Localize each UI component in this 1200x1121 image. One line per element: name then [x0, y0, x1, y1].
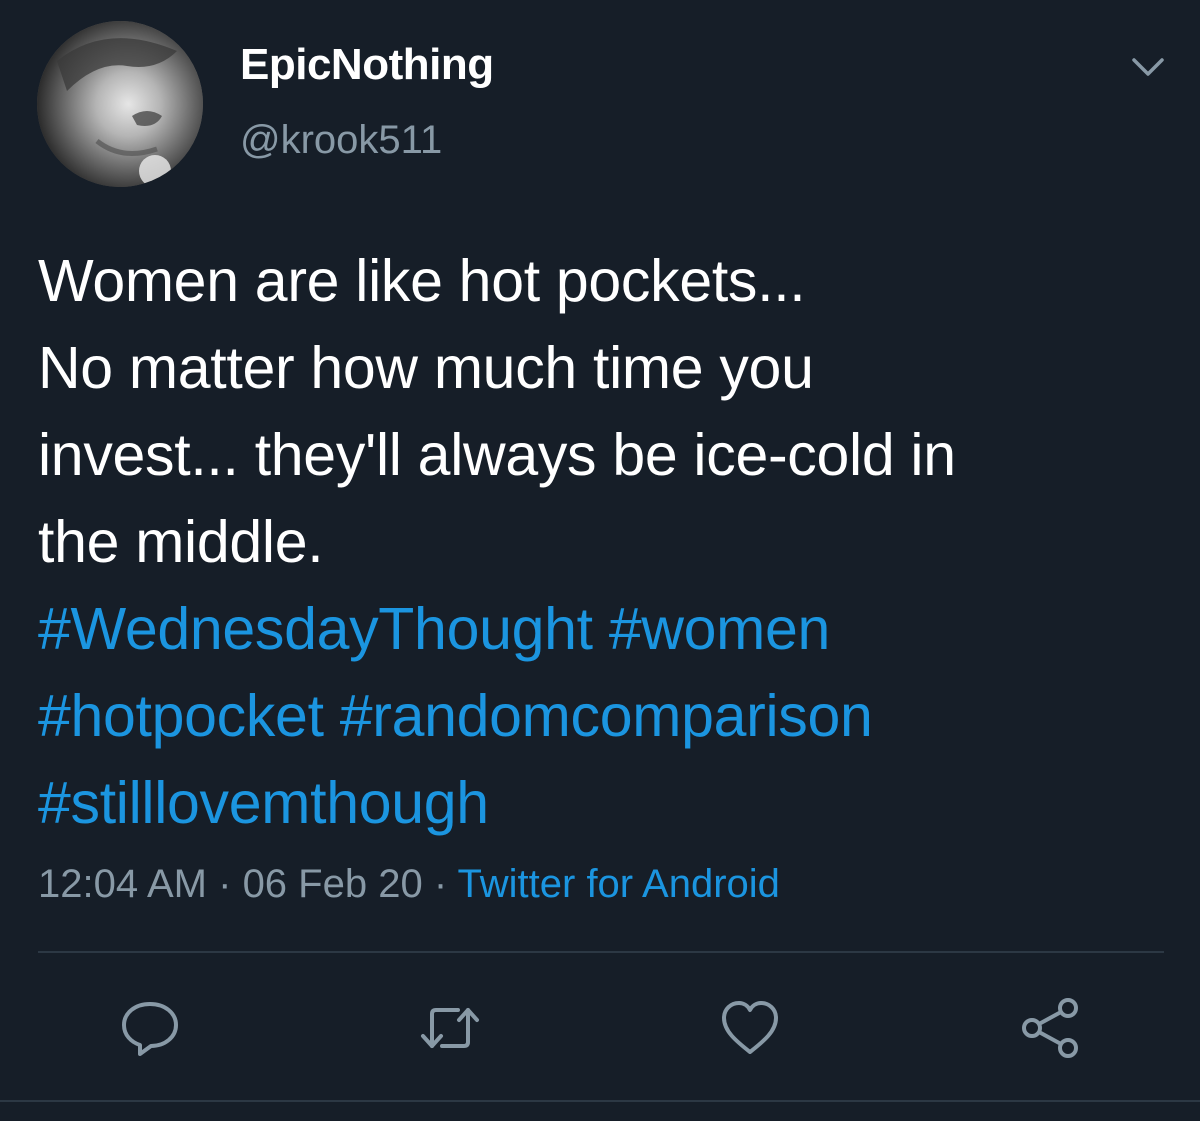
- hashtag-link[interactable]: #women: [609, 596, 831, 662]
- hashtag-line: #WednesdayThought #women: [38, 586, 1178, 673]
- tweet-text-line: invest... they'll always be ice-cold in: [38, 422, 956, 488]
- author-handle[interactable]: @krook511: [240, 118, 442, 163]
- tweet-text-line: Women are like hot pockets...: [38, 248, 806, 314]
- tweet-text: Women are like hot pockets... No matter …: [38, 238, 1178, 847]
- tweet-text-line: No matter how much time you: [38, 335, 814, 401]
- hashtag-link[interactable]: #WednesdayThought: [38, 596, 593, 662]
- hashtag-link[interactable]: #hotpocket: [38, 683, 324, 749]
- reply-icon[interactable]: [118, 996, 182, 1060]
- avatar[interactable]: [37, 21, 203, 187]
- hashtag-line: #hotpocket #randomcomparison: [38, 673, 1178, 760]
- tweet-time: 12:04 AM: [38, 862, 208, 906]
- hashtag-link[interactable]: #stilllovemthough: [38, 770, 489, 836]
- author-display-name[interactable]: EpicNothing: [240, 40, 494, 90]
- retweet-icon[interactable]: [418, 996, 482, 1060]
- tweet-meta: 12:04 AM · 06 Feb 20 · Twitter for Andro…: [38, 862, 780, 907]
- divider: [0, 1100, 1200, 1102]
- meta-separator: ·: [422, 862, 458, 906]
- hashtag-link[interactable]: #randomcomparison: [340, 683, 873, 749]
- heart-icon[interactable]: [718, 996, 782, 1060]
- share-icon[interactable]: [1018, 996, 1082, 1060]
- meta-separator: ·: [207, 862, 243, 906]
- tweet-text-line: the middle.: [38, 509, 324, 575]
- tweet-card: EpicNothing @krook511 Women are like hot…: [0, 0, 1200, 1121]
- hashtag-line: #stilllovemthough: [38, 760, 1178, 847]
- tweet-source-link[interactable]: Twitter for Android: [458, 862, 780, 906]
- divider: [38, 951, 1164, 953]
- chevron-down-icon[interactable]: [1126, 48, 1170, 84]
- tweet-date: 06 Feb 20: [242, 862, 423, 906]
